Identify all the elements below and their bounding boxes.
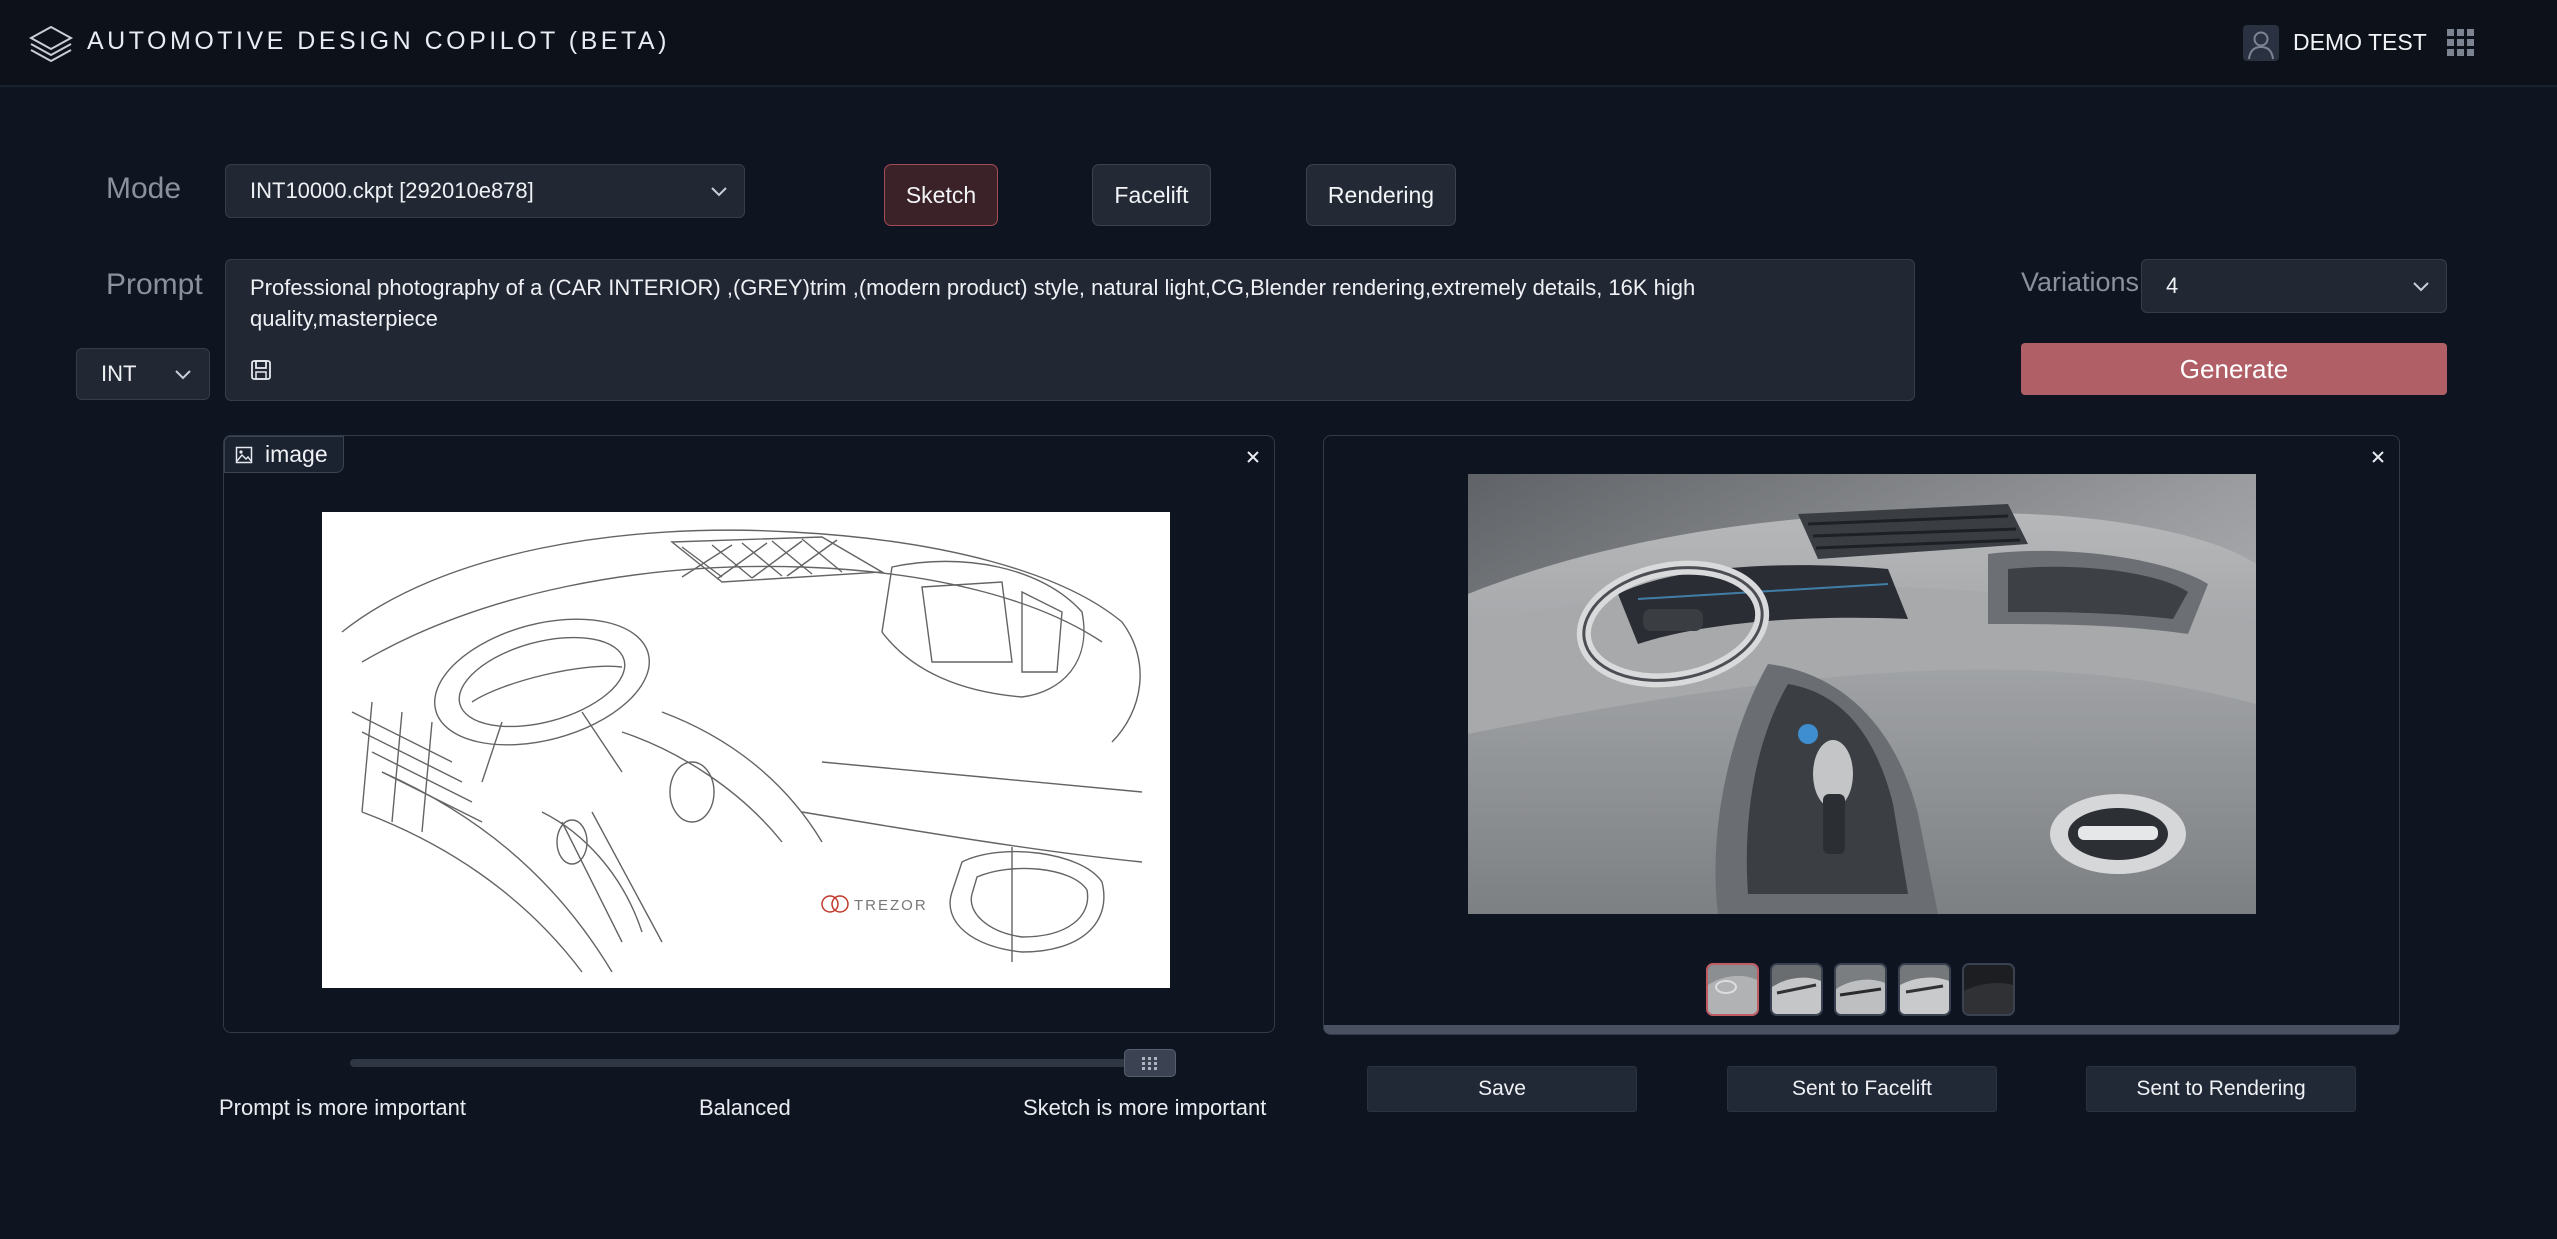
apps-grid-icon[interactable] [2447,29,2475,57]
model-select[interactable]: INT10000.ckpt [292010e878] [225,164,745,218]
app-header: AUTOMOTIVE DESIGN COPILOT (BETA) DEMO TE… [0,0,2557,87]
category-select-value: INT [101,361,137,386]
prompt-text[interactable]: Professional photography of a (CAR INTER… [250,272,1770,334]
importance-slider-track[interactable] [350,1059,1175,1067]
variations-select-value: 4 [2166,273,2179,298]
sketch-mode-button[interactable]: Sketch [884,164,998,226]
thumbnail-5[interactable] [1962,963,2015,1016]
save-prompt-icon[interactable] [250,359,272,381]
importance-slider-handle[interactable] [1124,1049,1176,1077]
category-select[interactable]: INT [76,348,210,400]
send-to-facelift-button[interactable]: Sent to Facelift [1727,1066,1997,1112]
close-output-button[interactable] [2363,442,2393,472]
slider-right-label: Sketch is more important [1023,1095,1267,1120]
prompt-input[interactable]: Professional photography of a (CAR INTER… [225,259,1915,401]
rendering-mode-button[interactable]: Rendering [1306,164,1456,226]
close-input-button[interactable] [1238,442,1268,472]
user-name[interactable]: DEMO TEST [2293,29,2427,56]
output-image-panel[interactable] [1323,435,2400,1035]
facelift-mode-button[interactable]: Facelift [1092,164,1211,226]
car-interior-sketch-image: TREZOR [322,512,1170,988]
variations-select[interactable]: 4 [2141,259,2447,313]
generate-button[interactable]: Generate [2021,343,2447,395]
thumbnail-1[interactable] [1706,963,1759,1016]
close-icon [2372,451,2384,463]
sketch-brand-text: TREZOR [854,897,928,914]
thumbnail-3[interactable] [1834,963,1887,1016]
variations-label: Variations [2021,267,2140,297]
grip-icon [1142,1057,1157,1070]
image-tag: image [224,436,344,473]
layers-logo-icon [28,25,74,63]
image-icon [235,446,253,463]
slider-left-label: Prompt is more important [219,1095,466,1120]
thumbnail-2[interactable] [1770,963,1823,1016]
input-image-panel[interactable]: image TREZOR [223,435,1275,1033]
close-icon [1247,451,1259,463]
user-avatar-icon[interactable] [2243,25,2279,61]
thumbnail-4[interactable] [1898,963,1951,1016]
mode-label: Mode [106,172,182,205]
image-tag-label: image [265,441,328,467]
model-select-value: INT10000.ckpt [292010e878] [250,178,534,203]
slider-middle-label: Balanced [699,1095,791,1120]
thumbnail-strip [1706,963,2015,1016]
chevron-down-icon [2413,282,2429,292]
chevron-down-icon [711,187,727,197]
save-button[interactable]: Save [1367,1066,1637,1112]
chevron-down-icon [175,370,191,380]
car-interior-render-image[interactable] [1468,474,2256,914]
app-title: AUTOMOTIVE DESIGN COPILOT (BETA) [87,27,670,55]
output-progress-bar [1324,1025,2399,1034]
send-to-rendering-button[interactable]: Sent to Rendering [2086,1066,2356,1112]
prompt-label: Prompt [106,268,203,301]
